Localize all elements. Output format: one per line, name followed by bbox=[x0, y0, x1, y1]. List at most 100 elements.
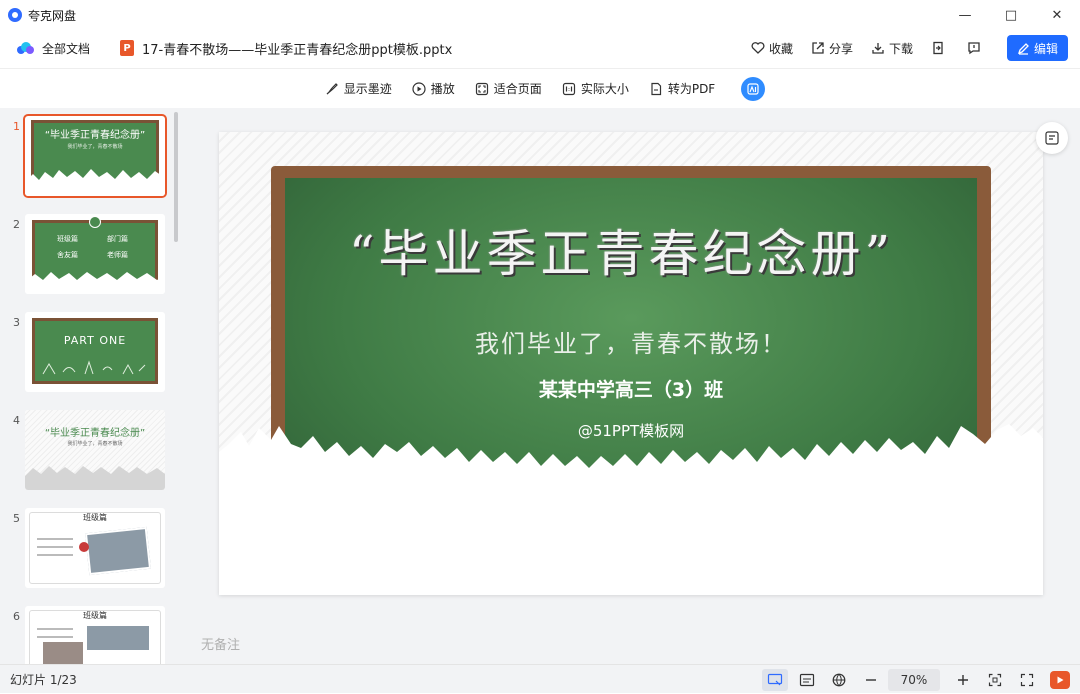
status-controls: 70% bbox=[756, 665, 1070, 694]
fullscreen-button[interactable] bbox=[1014, 669, 1040, 691]
crowd-silhouette-icon bbox=[25, 466, 165, 490]
globe-icon bbox=[832, 673, 846, 686]
zoom-out-button[interactable] bbox=[858, 669, 884, 691]
edit-label: 编辑 bbox=[1033, 41, 1058, 56]
file-name: 17-青春不散场——毕业季正青春纪念册ppt模板.pptx bbox=[142, 42, 453, 58]
floating-tool-button[interactable] bbox=[1036, 122, 1068, 154]
convert-pdf-button[interactable]: 转为PDF bbox=[649, 80, 715, 97]
pdf-icon bbox=[651, 82, 661, 95]
thumbnail-item: 舍友篇 bbox=[57, 251, 78, 259]
thumbnail-number: 3 bbox=[13, 316, 20, 329]
actual-size-button[interactable]: 实际大小 bbox=[562, 80, 629, 97]
actual-size-label: 实际大小 bbox=[580, 82, 629, 96]
show-ink-button[interactable]: 显示墨迹 bbox=[325, 80, 392, 97]
cloud-icon bbox=[17, 42, 34, 54]
ai-assistant-button[interactable] bbox=[741, 76, 766, 101]
thumbnail-title: PART ONE bbox=[63, 334, 127, 347]
slide-canvas: “毕业季正青春纪念册” 我们毕业了，青春不散场！ 某某中学高三（3）班 @51P… bbox=[183, 108, 1080, 664]
thumbnail-number: 5 bbox=[13, 512, 20, 525]
thumbnail-preview[interactable]: PART ONE bbox=[25, 312, 165, 392]
thumbnail-item: 部门篇 bbox=[107, 235, 128, 243]
play-label: 播放 bbox=[430, 82, 455, 96]
export-icon bbox=[933, 41, 943, 55]
thumbnail-title: 班级篇 bbox=[83, 611, 107, 620]
slide-thumbnail-3[interactable]: 3 PART ONE bbox=[0, 312, 175, 396]
plus-icon bbox=[958, 674, 968, 685]
fit-page-icon bbox=[475, 82, 488, 95]
thumbnail-preview[interactable]: 班级篇 bbox=[25, 508, 165, 588]
all-documents-link[interactable]: 全部文档 bbox=[42, 40, 90, 57]
share-button[interactable]: 分享 bbox=[811, 40, 853, 57]
thumbnail-number: 1 bbox=[13, 120, 20, 133]
title-bar: 夸克网盘 — □ ✕ bbox=[0, 0, 1080, 30]
document-header: 全部文档 P 17-青春不散场——毕业季正青春纪念册ppt模板.pptx 收藏 … bbox=[0, 30, 1080, 66]
thumbnail-title: “毕业季正青春纪念册” bbox=[44, 130, 146, 141]
slide-subtitle: 我们毕业了，青春不散场！ bbox=[475, 330, 787, 358]
show-ink-label: 显示墨迹 bbox=[343, 82, 392, 96]
play-icon bbox=[1057, 676, 1064, 683]
notes-placeholder[interactable]: 无备注 bbox=[201, 634, 240, 653]
convert-pdf-label: 转为PDF bbox=[667, 82, 716, 96]
edit-button[interactable]: 编辑 bbox=[1006, 35, 1068, 61]
slide-thumbnail-5[interactable]: 5 班级篇 bbox=[0, 508, 175, 592]
notes-view-icon bbox=[799, 673, 815, 686]
window-controls: — □ ✕ bbox=[942, 0, 1080, 30]
maximize-button[interactable]: □ bbox=[988, 0, 1034, 30]
feedback-button[interactable] bbox=[967, 41, 985, 55]
close-button[interactable]: ✕ bbox=[1034, 0, 1080, 30]
download-button[interactable]: 下载 bbox=[871, 40, 913, 57]
fit-window-icon bbox=[988, 673, 1002, 686]
status-bar: 幻灯片 1/23 70% bbox=[0, 664, 1080, 693]
zoom-in-button[interactable] bbox=[950, 669, 976, 691]
normal-view-button[interactable] bbox=[762, 668, 788, 691]
actual-size-icon bbox=[562, 82, 575, 95]
thumbnail-preview[interactable]: 班级篇 部门篇 舍友篇 老师篇 bbox=[25, 214, 165, 294]
minus-icon bbox=[866, 678, 876, 681]
ai-assistant-icon bbox=[747, 82, 759, 95]
web-view-button[interactable] bbox=[826, 669, 852, 691]
slideshow-button[interactable] bbox=[1050, 670, 1070, 689]
pptx-file-icon: P bbox=[120, 40, 135, 56]
crowd-silhouette-icon bbox=[25, 169, 165, 196]
slide-title: “毕业季正青春纪念册” bbox=[349, 225, 895, 283]
slide-count: 幻灯片 1/23 bbox=[10, 672, 77, 687]
app-title: 夸克网盘 bbox=[28, 8, 77, 23]
notes-view-button[interactable] bbox=[794, 669, 820, 691]
download-icon bbox=[872, 43, 884, 54]
thumbnail-number: 2 bbox=[13, 218, 20, 231]
thumbnail-item: 老师篇 bbox=[107, 251, 128, 259]
thumbnail-subtitle: 我们毕业了，青春不散场 bbox=[67, 441, 123, 447]
slide-thumbnail-2[interactable]: 2 班级篇 部门篇 舍友篇 老师篇 bbox=[0, 214, 175, 298]
note-panel-icon bbox=[1045, 131, 1059, 145]
heart-icon bbox=[751, 42, 765, 54]
thumbnail-number: 6 bbox=[13, 610, 20, 623]
fit-window-button[interactable] bbox=[982, 669, 1008, 691]
app-logo-icon bbox=[8, 8, 22, 22]
fit-page-label: 适合页面 bbox=[493, 82, 542, 96]
play-button[interactable]: 播放 bbox=[412, 80, 455, 97]
slide-thumbnail-4[interactable]: 4 “毕业季正青春纪念册” 我们毕业了，青春不散场 bbox=[0, 410, 175, 494]
slide-thumbnail-6[interactable]: 6 班级篇 bbox=[0, 606, 175, 664]
share-label: 分享 bbox=[828, 41, 853, 56]
zoom-level[interactable]: 70% bbox=[888, 668, 940, 691]
thumbnail-number: 4 bbox=[13, 414, 20, 427]
pencil-icon bbox=[1017, 42, 1029, 55]
thumbnail-preview[interactable]: “毕业季正青春纪念册” 我们毕业了，青春不散场 bbox=[23, 114, 167, 198]
minimize-button[interactable]: — bbox=[942, 0, 988, 30]
share-icon bbox=[812, 42, 824, 54]
viewer-toolbar: 显示墨迹 播放 适合页面 实际大小 转为PDF bbox=[0, 68, 1080, 108]
doodle-icon bbox=[42, 360, 146, 375]
thumbnail-title: “毕业季正青春纪念册” bbox=[44, 428, 146, 439]
fit-page-button[interactable]: 适合页面 bbox=[475, 80, 542, 97]
current-slide[interactable]: “毕业季正青春纪念册” 我们毕业了，青春不散场！ 某某中学高三（3）班 @51P… bbox=[219, 132, 1043, 595]
ink-pen-icon bbox=[326, 82, 338, 95]
favorite-button[interactable]: 收藏 bbox=[751, 40, 793, 57]
thumbnail-preview[interactable]: “毕业季正青春纪念册” 我们毕业了，青春不散场 bbox=[25, 410, 165, 490]
thumbnail-preview[interactable]: 班级篇 bbox=[25, 606, 165, 664]
crowd-silhouette-icon bbox=[25, 272, 165, 294]
fullscreen-icon bbox=[1020, 673, 1034, 686]
export-button[interactable] bbox=[931, 41, 949, 55]
slide-thumbnail-1[interactable]: 1 “毕业季正青春纪念册” 我们毕业了，青春不散场 bbox=[0, 114, 175, 200]
thumbnail-title: 班级篇 bbox=[83, 513, 107, 522]
feedback-icon bbox=[968, 42, 980, 55]
